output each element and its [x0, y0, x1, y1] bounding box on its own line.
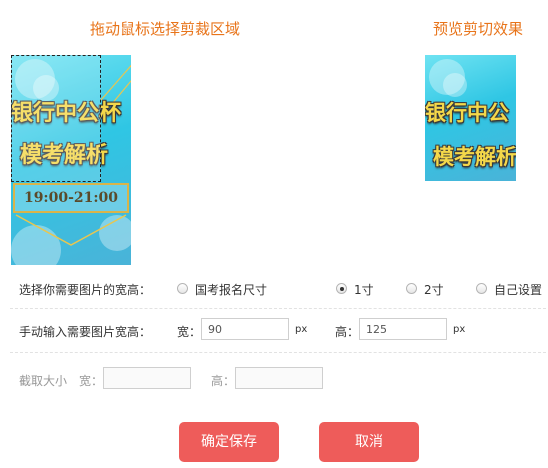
- crop-size-label: 截取大小: [19, 374, 68, 388]
- cancel-button[interactable]: 取消: [319, 422, 419, 462]
- radio-label-2-inch[interactable]: 2寸: [424, 281, 444, 298]
- size-select-label: 选择你需要图片的宽高：: [19, 283, 152, 297]
- manual-size-label: 手动输入需要图片宽高：: [19, 325, 152, 339]
- width-input[interactable]: [201, 318, 289, 340]
- preview-text-line1: 银行中公: [425, 101, 509, 125]
- radio-label-guokao-size[interactable]: 国考报名尺寸: [195, 281, 267, 298]
- radio-2-inch[interactable]: [406, 283, 417, 294]
- image-time: 19:00-21:00: [13, 183, 129, 213]
- width-label: 宽：: [177, 325, 202, 339]
- crop-height-label: 高：: [211, 374, 236, 388]
- height-input[interactable]: [359, 318, 447, 340]
- radio-label-custom[interactable]: 自己设置: [494, 281, 542, 298]
- crop-area-title: 拖动鼠标选择剪裁区域: [90, 20, 241, 38]
- divider: [10, 352, 546, 353]
- crop-width-field[interactable]: [103, 367, 191, 389]
- height-unit: px: [453, 324, 466, 335]
- radio-guokao-size[interactable]: [177, 283, 188, 294]
- width-unit: px: [295, 324, 308, 335]
- radio-1-inch[interactable]: [336, 283, 347, 294]
- crop-selection-box[interactable]: [11, 55, 101, 182]
- preview-image: 银行中公 模考解析: [425, 55, 516, 181]
- radio-label-1-inch[interactable]: 1寸: [354, 281, 374, 298]
- height-label: 高：: [335, 325, 360, 339]
- confirm-save-button[interactable]: 确定保存: [179, 422, 279, 462]
- radio-custom[interactable]: [476, 283, 487, 294]
- crop-width-label: 宽：: [79, 374, 104, 388]
- preview-title: 预览剪切效果: [433, 20, 524, 38]
- preview-text-line2: 模考解析: [433, 145, 516, 169]
- crop-height-field[interactable]: [235, 367, 323, 389]
- divider: [10, 308, 546, 309]
